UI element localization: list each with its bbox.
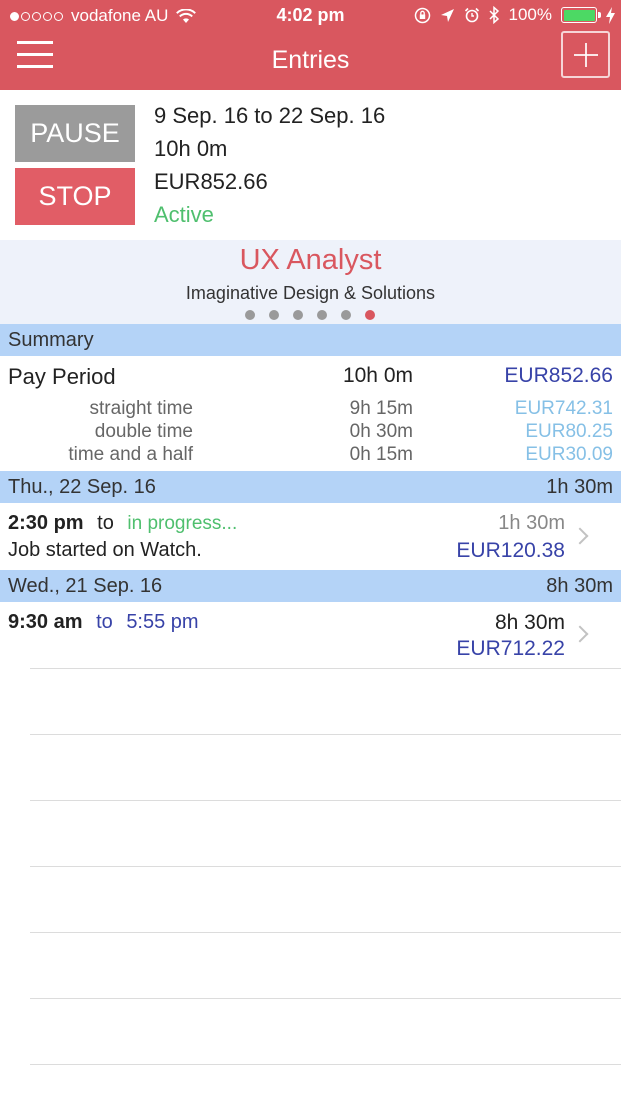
summary-row-label: straight time	[89, 398, 193, 419]
alarm-icon	[464, 7, 479, 23]
timer-duration: 10h 0m	[154, 136, 228, 161]
day-header-total: 8h 30m	[546, 575, 613, 597]
summary-row-time: 9h 15m	[349, 398, 413, 419]
day-header-date: Wed., 21 Sep. 16	[8, 575, 163, 597]
entry-amount: EUR120.38	[456, 539, 565, 562]
timer-amount: EUR852.66	[154, 169, 268, 194]
battery-icon	[561, 7, 601, 23]
client-name: Imaginative Design & Solutions	[185, 283, 436, 303]
summary-row-label: double time	[94, 421, 193, 442]
entry-to: to	[97, 512, 114, 534]
pause-button[interactable]: PAUSE	[15, 105, 135, 162]
summary-row-amount: EUR80.25	[525, 421, 613, 442]
entry-note: Job started on Watch.	[8, 539, 202, 561]
entry-time-range: 9:30 am to 5:55 pm	[8, 611, 199, 634]
summary-row-time: 0h 15m	[349, 444, 413, 465]
entry-duration: 1h 30m	[498, 512, 565, 534]
page-dot[interactable]	[269, 310, 279, 320]
page-dot[interactable]	[245, 310, 255, 320]
summary-row-amount: EUR30.09	[525, 444, 613, 465]
row-separator	[30, 866, 621, 867]
day-header: Thu., 22 Sep. 16 1h 30m	[0, 471, 621, 503]
timer-status: Active	[154, 202, 214, 227]
day-header: Wed., 21 Sep. 16 8h 30m	[0, 570, 621, 602]
battery-percent: 100%	[508, 5, 552, 24]
day-header-total: 1h 30m	[546, 476, 613, 498]
app-header: vodafone AU 4:02 pm 100% Entries	[0, 0, 621, 90]
charging-bolt-icon	[606, 6, 615, 24]
summary-row-label: time and a half	[68, 444, 193, 465]
location-arrow-icon	[440, 8, 454, 22]
entry-end: 5:55 pm	[126, 611, 199, 633]
page-indicator[interactable]	[245, 310, 375, 320]
summary-row-time: 0h 30m	[349, 421, 413, 442]
entry-to: to	[96, 611, 113, 633]
entry-start: 9:30 am	[8, 611, 83, 633]
page-dot[interactable]	[341, 310, 351, 320]
row-separator	[30, 998, 621, 999]
pay-period-amount: EUR852.66	[504, 364, 613, 387]
row-separator	[30, 1064, 621, 1065]
status-bar: vodafone AU 4:02 pm 100%	[0, 0, 621, 32]
row-separator	[30, 734, 621, 735]
entry-amount: EUR712.22	[456, 637, 565, 660]
summary-header-label: Summary	[8, 329, 94, 351]
stop-button[interactable]: STOP	[15, 168, 135, 225]
row-separator	[30, 932, 621, 933]
summary-header: Summary	[0, 324, 621, 356]
add-entry-button[interactable]	[561, 31, 610, 78]
pay-period-time: 10h 0m	[342, 364, 413, 387]
orientation-lock-icon	[414, 7, 430, 23]
status-right: 100%	[414, 5, 615, 25]
bluetooth-icon	[488, 6, 499, 24]
page-title: Entries	[271, 46, 350, 74]
pay-period-label: Pay Period	[8, 364, 116, 389]
summary-row-amount: EUR742.31	[514, 398, 613, 419]
row-separator	[30, 800, 621, 801]
entry-time-range: 2:30 pm to in progress...	[8, 512, 237, 535]
page-dot[interactable]	[293, 310, 303, 320]
job-title: UX Analyst	[239, 244, 382, 276]
entry-duration: 8h 30m	[494, 611, 565, 634]
page-dot[interactable]	[317, 310, 327, 320]
job-card[interactable]: UX Analyst Imaginative Design & Solution…	[0, 240, 621, 324]
page-dot-active[interactable]	[365, 310, 375, 320]
day-header-date: Thu., 22 Sep. 16	[8, 476, 156, 498]
row-separator	[30, 668, 621, 669]
date-range: 9 Sep. 16 to 22 Sep. 16	[154, 103, 386, 128]
entry-start: 2:30 pm	[8, 512, 84, 534]
entry-end: in progress...	[127, 513, 238, 534]
